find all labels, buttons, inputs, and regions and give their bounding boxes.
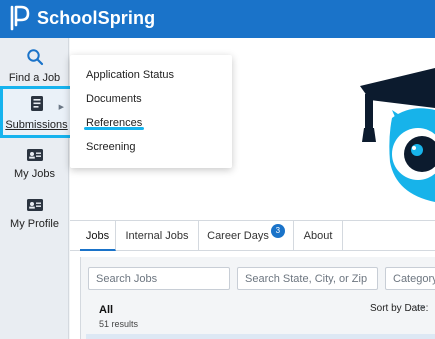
tab-label: Career Days bbox=[207, 230, 269, 242]
sidebar-item-my-jobs[interactable]: My Jobs bbox=[0, 146, 69, 186]
menu-item-screening[interactable]: Screening bbox=[86, 141, 136, 153]
tab-jobs[interactable]: Jobs bbox=[80, 221, 116, 251]
highlight-underline bbox=[84, 127, 144, 130]
location-search-input[interactable] bbox=[237, 267, 378, 290]
results-count: 51 results bbox=[99, 319, 139, 329]
sort-descending-icon[interactable]: ↓≡ bbox=[415, 302, 425, 312]
job-list-row[interactable] bbox=[86, 334, 435, 339]
submissions-dropdown-menu: Application Status Documents References … bbox=[70, 55, 232, 168]
tab-career-days[interactable]: Career Days 3 bbox=[199, 221, 294, 251]
count-badge: 3 bbox=[270, 224, 285, 238]
tab-label: About bbox=[303, 230, 333, 242]
id-card-icon bbox=[26, 149, 43, 161]
document-icon bbox=[30, 96, 43, 111]
tab-internal-jobs[interactable]: Internal Jobs bbox=[116, 221, 199, 251]
sidebar-item-find-a-job[interactable]: Find a Job bbox=[0, 46, 69, 86]
sidebar-item-submissions[interactable]: ▶ Submissions bbox=[0, 86, 73, 138]
schoolspring-logo-icon[interactable] bbox=[9, 5, 31, 31]
menu-item-application-status[interactable]: Application Status bbox=[86, 69, 174, 81]
jobs-panel: Jobs Internal Jobs Career Days3 About Al… bbox=[70, 220, 435, 339]
sidebar-item-label: My Jobs bbox=[14, 168, 55, 180]
sidebar-item-label: Submissions bbox=[5, 119, 68, 131]
tab-label: Jobs bbox=[85, 230, 110, 242]
search-jobs-input[interactable] bbox=[88, 267, 230, 290]
tab-about[interactable]: About bbox=[294, 221, 343, 251]
tab-bar: Jobs Internal Jobs Career Days 3 About bbox=[70, 221, 435, 251]
sidebar-item-label: My Profile bbox=[10, 218, 59, 230]
sidebar-item-label: Find a Job bbox=[8, 72, 61, 84]
sidebar: Find a Job ▶ Submissions My Jobs My Prof… bbox=[0, 38, 73, 339]
chevron-right-icon: ▶ bbox=[58, 104, 64, 111]
job-search-panel: All 51 results Sort by Date: ↓≡ bbox=[80, 257, 435, 339]
top-bar: SchoolSpring bbox=[0, 0, 435, 38]
search-icon bbox=[26, 49, 43, 66]
results-heading: All bbox=[99, 304, 114, 316]
sidebar-item-my-profile[interactable]: My Profile bbox=[0, 196, 69, 236]
tab-label: Internal Jobs bbox=[125, 230, 189, 242]
id-card-icon bbox=[26, 199, 43, 211]
category-select[interactable] bbox=[385, 267, 435, 290]
menu-item-documents[interactable]: Documents bbox=[86, 93, 142, 105]
brand-name[interactable]: SchoolSpring bbox=[37, 8, 155, 29]
